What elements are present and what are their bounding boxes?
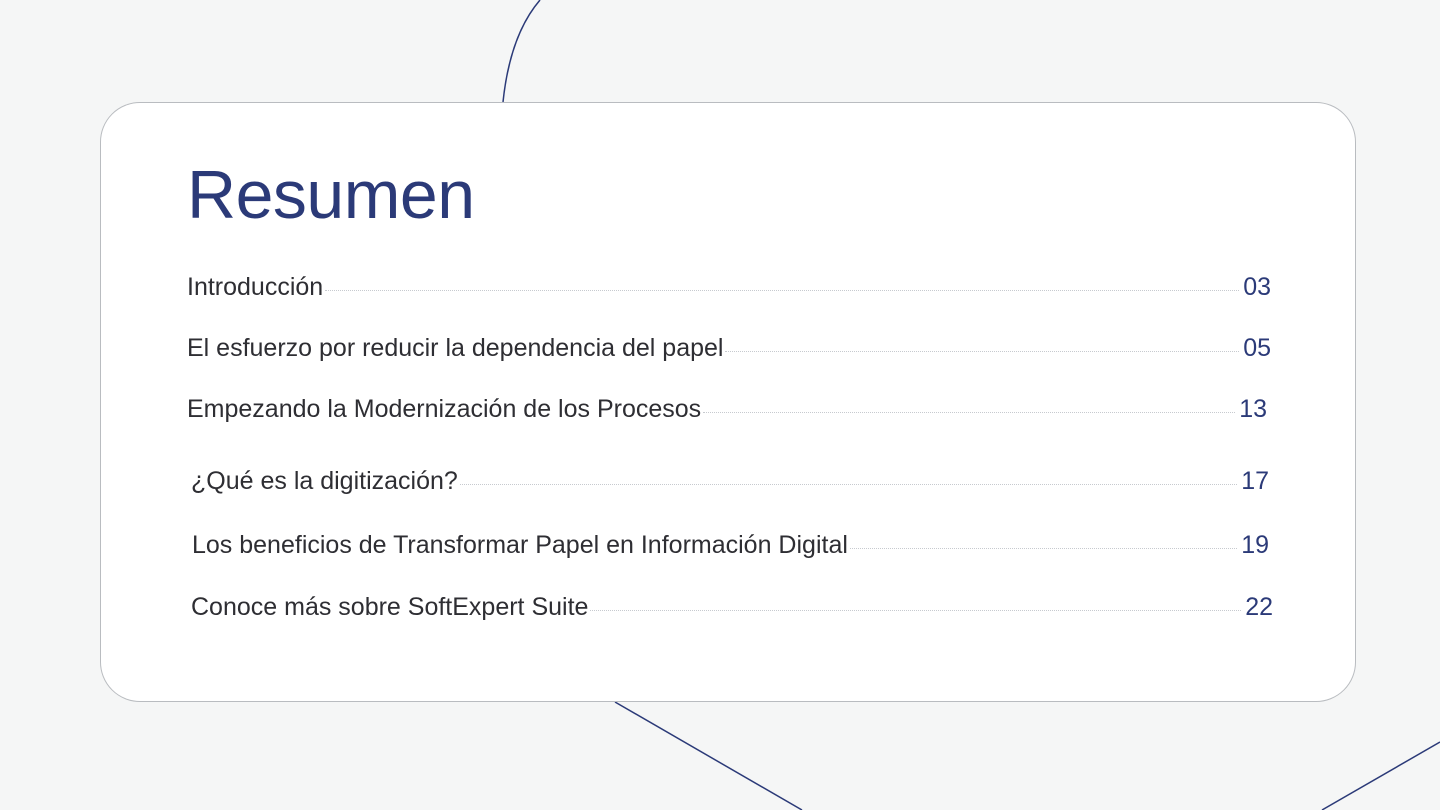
toc-item-label: ¿Qué es la digitización?: [191, 467, 458, 495]
toc-item[interactable]: Conoce más sobre SoftExpert Suite 22: [191, 593, 1273, 627]
toc-leader: [459, 484, 1238, 485]
toc-leader: [725, 351, 1240, 352]
toc-item-label: Empezando la Modernización de los Proces…: [187, 395, 702, 423]
toc-item-label: Los beneficios de Transformar Papel en I…: [192, 531, 848, 559]
toc-item-label: Introducción: [187, 273, 324, 301]
toc-item[interactable]: El esfuerzo por reducir la dependencia d…: [187, 334, 1271, 368]
toc-leader: [703, 412, 1236, 413]
toc-item-page: 05: [1243, 334, 1271, 362]
toc-item-page: 03: [1243, 273, 1271, 301]
toc-item-page: 13: [1239, 395, 1267, 423]
toc-item[interactable]: Los beneficios de Transformar Papel en I…: [192, 531, 1269, 565]
toc-leader: [590, 610, 1242, 611]
toc-item[interactable]: ¿Qué es la digitización? 17: [191, 467, 1269, 501]
toc-item-page: 19: [1241, 531, 1269, 559]
decorative-line-left: [614, 701, 803, 810]
page-title: Resumen: [187, 157, 475, 233]
toc-leader: [849, 548, 1238, 549]
toc-item-page: 22: [1245, 593, 1273, 621]
decorative-arc: [502, 0, 541, 103]
toc-item[interactable]: Empezando la Modernización de los Proces…: [187, 395, 1267, 429]
toc-leader: [325, 290, 1240, 291]
decorative-line-right: [1321, 741, 1440, 810]
summary-card: Resumen Introducción 03 El esfuerzo por …: [100, 102, 1356, 702]
toc-item-page: 17: [1241, 467, 1269, 495]
toc-item[interactable]: Introducción 03: [187, 273, 1271, 307]
slide: Resumen Introducción 03 El esfuerzo por …: [0, 0, 1440, 810]
toc-item-label: El esfuerzo por reducir la dependencia d…: [187, 334, 724, 362]
toc-item-label: Conoce más sobre SoftExpert Suite: [191, 593, 589, 621]
